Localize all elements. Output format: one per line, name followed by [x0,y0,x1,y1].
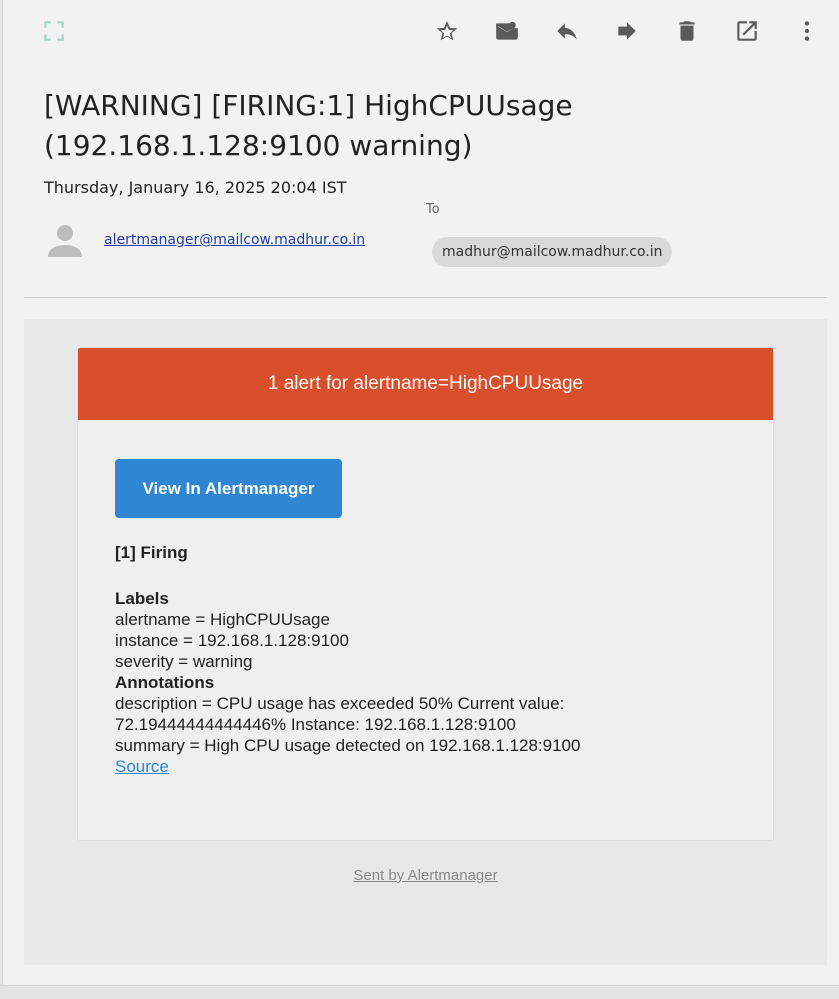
reply-icon [557,23,577,40]
mark-unread-button[interactable] [492,16,522,46]
annotation-item: summary = High CPU usage detected on 192… [115,736,581,755]
star-icon [436,21,458,41]
message-date: Thursday, January 16, 2025 20:04 IST [44,178,347,197]
alert-card: 1 alert for alertname=HighCPUUsage View … [77,347,774,841]
header-divider [24,297,827,298]
reply-button[interactable] [552,16,582,46]
firing-heading: [1] Firing [115,543,188,562]
alert-header: 1 alert for alertname=HighCPUUsage [78,348,773,420]
message-subject: [WARNING] [FIRING:1] HighCPUUsage (192.1… [44,89,573,162]
sender-address[interactable]: alertmanager@mailcow.madhur.co.in [104,232,365,248]
avatar-icon [48,225,82,257]
email-body: 1 alert for alertname=HighCPUUsage View … [24,319,827,965]
mark-unread-icon [496,21,518,40]
source-link[interactable]: Source [115,757,169,776]
to-label: To [426,202,440,217]
sent-by-link[interactable]: Sent by Alertmanager [24,867,827,884]
label-item: instance = 192.168.1.128:9100 [115,631,349,650]
delete-button[interactable] [672,16,702,46]
alert-details: [1] Firing Labels alertname = HighCPUUsa… [115,542,735,777]
view-in-alertmanager-button[interactable]: View In Alertmanager [115,459,342,518]
email-viewer: [WARNING] [FIRING:1] HighCPUUsage (192.1… [2,0,839,985]
forward-button[interactable] [612,16,642,46]
more-options-button[interactable] [792,16,822,46]
annotation-item: description = CPU usage has exceeded 50%… [115,694,565,734]
open-external-button[interactable] [732,16,762,46]
more-vert-icon [804,21,810,41]
label-item: alertname = HighCPUUsage [115,610,330,629]
open-external-icon [737,21,757,41]
star-button[interactable] [432,16,462,46]
toolbar [3,0,839,62]
annotations-heading: Annotations [115,673,215,692]
forward-icon [618,22,636,40]
labels-heading: Labels [115,589,169,608]
label-item: severity = warning [115,652,253,671]
expand-icon[interactable] [41,18,67,44]
bottom-bar [0,985,839,999]
delete-icon [679,21,695,41]
recipient-chip[interactable]: madhur@mailcow.madhur.co.in [432,237,673,267]
